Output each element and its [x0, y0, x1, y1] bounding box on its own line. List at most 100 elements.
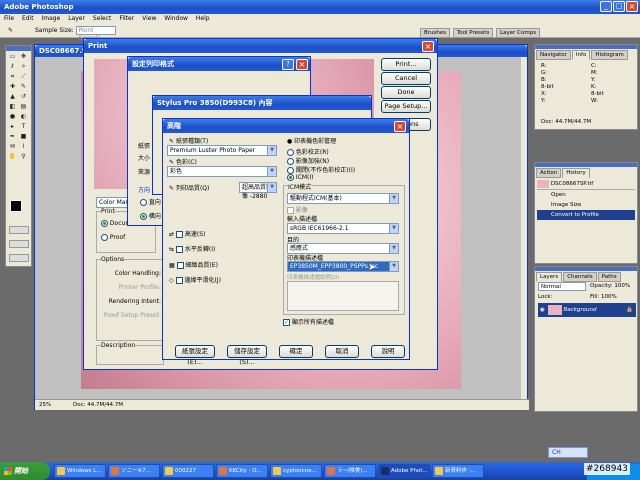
advanced-close-icon[interactable]: ×: [394, 121, 406, 132]
print-close-icon[interactable]: ×: [422, 41, 434, 52]
tab-layers[interactable]: Layers: [536, 272, 563, 282]
taskbar-item[interactable]: KKCity - O...: [216, 464, 268, 478]
input-profile-select[interactable]: sRGB IEC61966-2.1 ▼: [287, 223, 399, 234]
tab-channels[interactable]: Channels: [563, 272, 597, 282]
print-setup-close-icon[interactable]: ×: [296, 59, 308, 70]
jump-to-imageready-icon[interactable]: [9, 254, 29, 262]
menu-edit[interactable]: Edit: [22, 15, 34, 22]
marquee-icon[interactable]: ▭: [8, 53, 17, 61]
taskbar-item[interactable]: ソニー※7...: [108, 464, 160, 478]
help-button[interactable]: 說明: [371, 345, 405, 358]
dodge-icon[interactable]: ◐: [19, 113, 28, 121]
landscape-radio[interactable]: [140, 213, 147, 220]
tab-layer-comps[interactable]: Layer Comps: [496, 28, 541, 38]
done-button[interactable]: Done: [381, 86, 431, 99]
history-item-selected[interactable]: Convert to Profile: [537, 210, 635, 220]
show-all-profiles-checkbox[interactable]: ✓: [283, 319, 290, 326]
quality-select[interactable]: 超高品質影像 -2880 ▼: [239, 182, 277, 200]
eye-icon[interactable]: ◉: [540, 303, 546, 317]
maximize-icon[interactable]: □: [613, 1, 625, 12]
zoom-level[interactable]: 25%: [39, 402, 51, 408]
layer-row[interactable]: ◉ Background 🔒: [538, 303, 636, 317]
photo-enhance-radio[interactable]: [287, 158, 294, 165]
screen-mode-icon[interactable]: [9, 240, 29, 248]
fine-detail-checkbox[interactable]: [176, 262, 184, 269]
print-button[interactable]: Print...: [381, 58, 431, 71]
paper-config-button[interactable]: 紙張設定(E)...: [175, 345, 215, 366]
taskbar-item-active[interactable]: Adobe Phot...: [378, 464, 430, 478]
help-icon[interactable]: ?: [282, 59, 294, 70]
eyedropper-tool-icon[interactable]: ⌇: [19, 143, 28, 151]
zoom-icon[interactable]: ⚲: [19, 153, 28, 161]
printer-profile-select[interactable]: EP3850M_EPP3800_PSPPs.icc ▼: [287, 261, 399, 272]
tab-actions[interactable]: Action: [536, 168, 562, 178]
taskbar-item[interactable]: 000227: [162, 464, 214, 478]
portrait-radio[interactable]: [140, 199, 147, 206]
blend-mode-select[interactable]: Normal: [538, 282, 586, 291]
sample-size-select[interactable]: Point Sample: [75, 26, 116, 42]
crop-icon[interactable]: ⌗: [8, 73, 17, 81]
color-controls-radio[interactable]: [287, 149, 294, 156]
tab-history[interactable]: History: [562, 168, 590, 178]
taskbar-item[interactable]: ラ~(唯美)...: [324, 464, 376, 478]
type-icon[interactable]: T: [19, 123, 28, 131]
blur-icon[interactable]: ●: [8, 113, 17, 121]
language-bar[interactable]: CH: [548, 447, 588, 458]
flip-horizontal-checkbox[interactable]: [175, 246, 183, 253]
taskbar-item[interactable]: 新資料夾 -...: [432, 464, 484, 478]
tab-info[interactable]: Info: [571, 50, 591, 60]
icm-mode-select[interactable]: 驅動程式ICM(基本) ▼: [287, 193, 399, 204]
taskbar-item[interactable]: cyphercne...: [270, 464, 322, 478]
icm-radio[interactable]: [287, 174, 294, 181]
tab-tool-presets[interactable]: Tool Presets: [452, 28, 494, 38]
stamp-icon[interactable]: ▲: [8, 93, 17, 101]
menu-filter[interactable]: Filter: [119, 15, 134, 22]
edge-smoothing-checkbox[interactable]: [175, 277, 183, 284]
notes-icon[interactable]: ✉: [8, 143, 17, 151]
menu-layer[interactable]: Layer: [68, 15, 85, 22]
tab-brushes[interactable]: Brushes: [420, 28, 451, 38]
healing-icon[interactable]: ✚: [8, 83, 17, 91]
cancel-button[interactable]: Cancel: [381, 72, 431, 85]
lasso-icon[interactable]: ℓ: [8, 63, 17, 71]
save-settings-button[interactable]: 儲存設定(S)...: [227, 345, 267, 366]
page-setup-button[interactable]: Page Setup...: [381, 100, 431, 113]
document-radio[interactable]: [101, 220, 108, 227]
proof-radio[interactable]: [101, 234, 108, 241]
quick-mask-icon[interactable]: [9, 226, 29, 234]
paper-type-select[interactable]: Premium Luster Photo Paper ▼: [167, 145, 277, 156]
eraser-icon[interactable]: ◧: [8, 103, 17, 111]
minimize-icon[interactable]: _: [600, 1, 612, 12]
opacity-value[interactable]: 100%: [614, 283, 630, 289]
history-snapshot[interactable]: DSC08667SP.tif: [537, 179, 635, 190]
path-select-icon[interactable]: ▸: [8, 123, 17, 131]
history-brush-icon[interactable]: ↺: [19, 93, 28, 101]
tab-histogram[interactable]: Histogram: [591, 50, 628, 60]
fill-value[interactable]: 100%: [601, 294, 617, 300]
menu-help[interactable]: Help: [196, 15, 210, 22]
tab-paths[interactable]: Paths: [597, 272, 621, 282]
no-color-adjust-radio[interactable]: [287, 167, 294, 174]
gradient-icon[interactable]: ▤: [19, 103, 28, 111]
close-icon[interactable]: ×: [626, 1, 638, 12]
taskbar-item[interactable]: Windows L...: [54, 464, 106, 478]
menu-select[interactable]: Select: [93, 15, 112, 22]
menu-view[interactable]: View: [142, 15, 156, 22]
slice-icon[interactable]: ⟋: [19, 73, 28, 81]
brush-icon[interactable]: ✎: [19, 83, 28, 91]
menu-file[interactable]: File: [4, 15, 14, 22]
advanced-cancel-button[interactable]: 取消: [325, 345, 359, 358]
magic-wand-icon[interactable]: ✧: [19, 63, 28, 71]
start-button[interactable]: 開始: [0, 462, 50, 480]
high-speed-checkbox[interactable]: [175, 231, 183, 238]
pen-icon[interactable]: ✒: [8, 133, 17, 141]
image-checkbox[interactable]: [287, 207, 294, 214]
foreground-color-swatch[interactable]: [10, 200, 22, 212]
ok-button[interactable]: 確定: [279, 345, 313, 358]
move-icon[interactable]: ✥: [19, 53, 28, 61]
history-item[interactable]: Image Size: [537, 200, 635, 210]
menu-window[interactable]: Window: [164, 15, 188, 22]
history-item[interactable]: Open: [537, 190, 635, 200]
eyedropper-icon[interactable]: ✎: [8, 27, 13, 34]
color-select[interactable]: 彩色 ▼: [167, 166, 277, 177]
